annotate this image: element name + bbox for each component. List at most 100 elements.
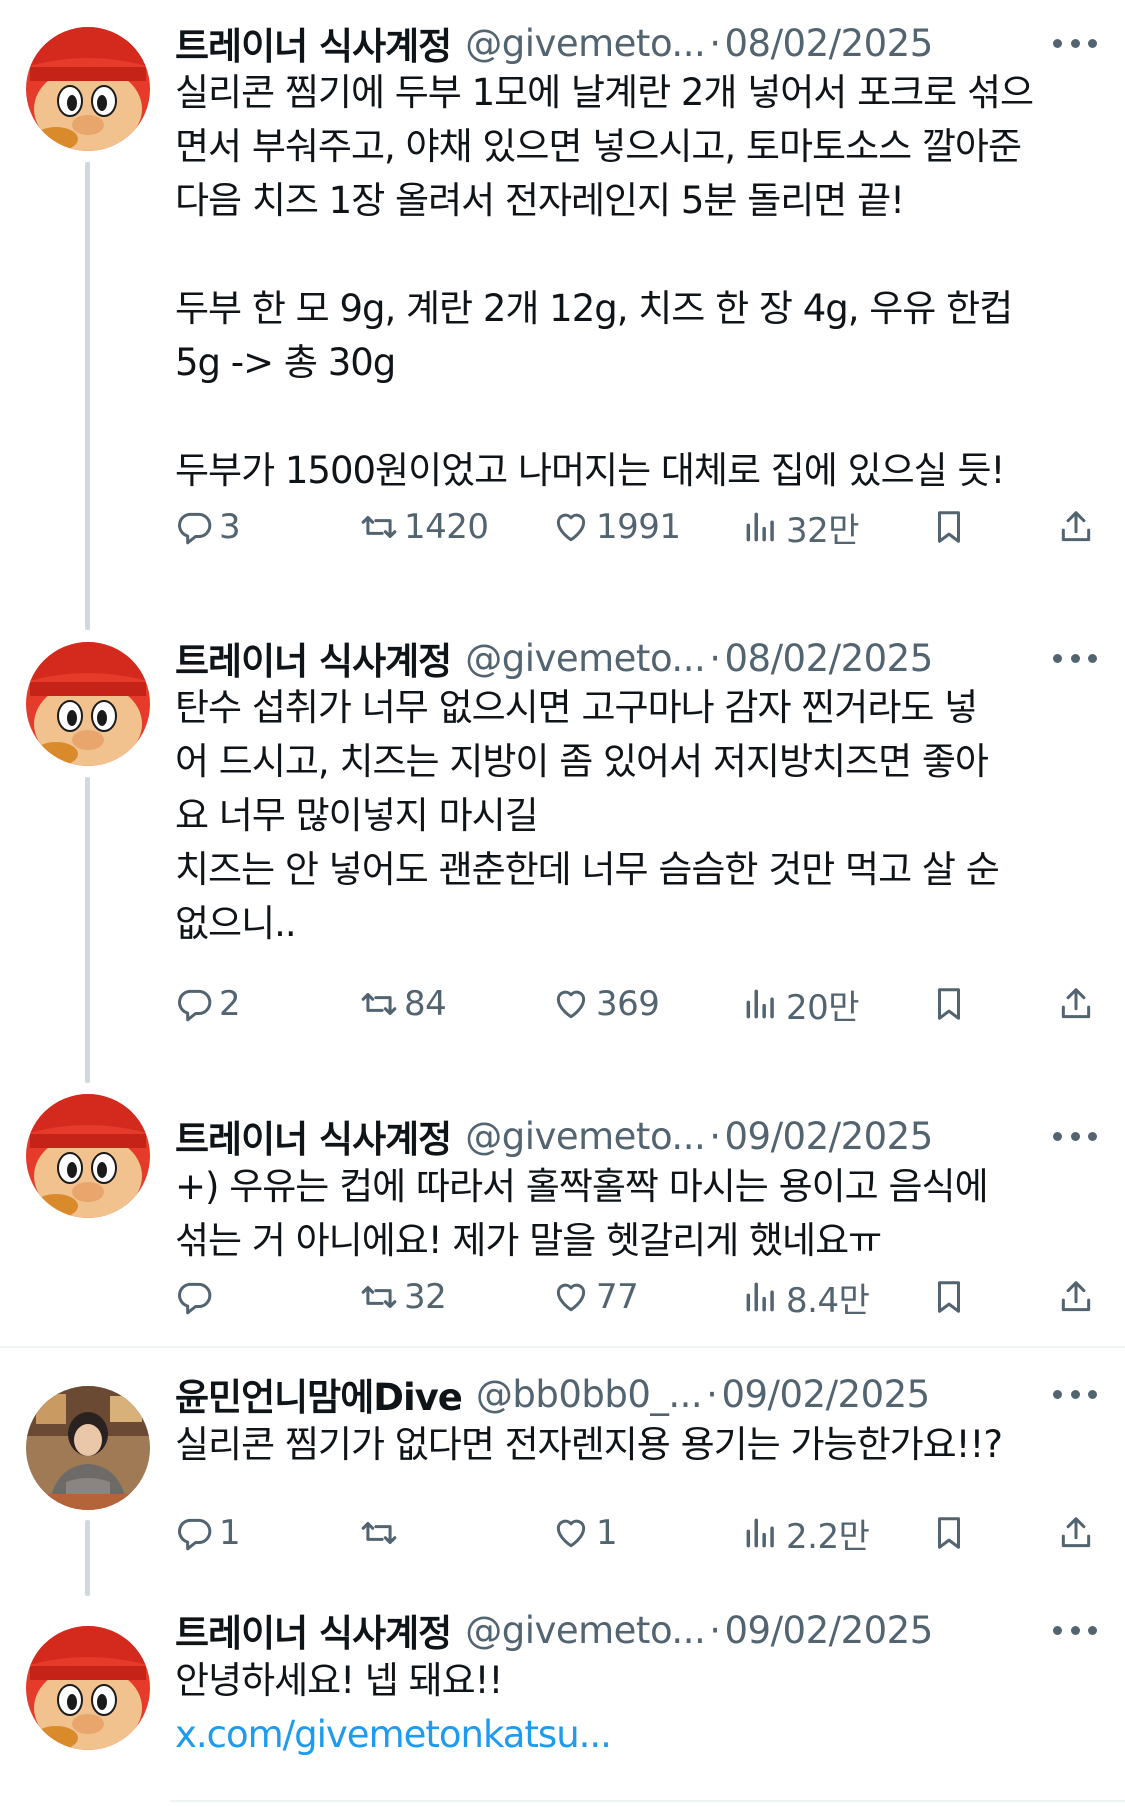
views-icon: [746, 1282, 774, 1312]
bookmark-button[interactable]: [930, 502, 968, 552]
bookmark-button[interactable]: [930, 1508, 968, 1558]
retweet-button[interactable]: 32: [360, 1272, 447, 1322]
share-icon: [1061, 988, 1091, 1019]
retweet-icon: [361, 1285, 397, 1309]
avatar-mario[interactable]: [26, 1626, 150, 1750]
reply-icon: [178, 1518, 212, 1551]
avatar-mario[interactable]: [26, 1094, 150, 1218]
views-icon: [746, 512, 774, 542]
views-icon: [746, 1518, 774, 1548]
author-handle[interactable]: @bb0bb0_...: [476, 1373, 703, 1416]
tweet-date[interactable]: 08/02/2025: [724, 637, 933, 680]
author-handle[interactable]: @givemeto...: [465, 1609, 706, 1652]
author-name[interactable]: 트레이너 식사계정: [175, 1603, 452, 1657]
share-button[interactable]: [1057, 1272, 1095, 1322]
action-bar: 1 1 2.2만: [175, 1508, 1100, 1558]
retweet-count: 84: [404, 984, 447, 1024]
separator-dot: ·: [709, 1608, 721, 1652]
views-icon: [746, 989, 774, 1019]
author-handle[interactable]: @givemeto...: [465, 1115, 706, 1158]
tweet-2[interactable]: 트레이너 식사계정 @givemeto... · 08/02/2025 탄수 섭…: [0, 555, 1125, 1083]
share-icon: [1061, 511, 1091, 542]
views-button[interactable]: 8.4만: [742, 1272, 870, 1322]
like-count: 1991: [596, 507, 681, 547]
tweet-5[interactable]: 트레이너 식사계정 @givemeto... · 09/02/2025 안녕하세…: [0, 1578, 1125, 1807]
action-bar: 2 84 369 20만: [175, 979, 1100, 1029]
tweet-date[interactable]: 09/02/2025: [721, 1373, 930, 1416]
more-icon[interactable]: [1053, 37, 1097, 49]
avatar-mario-image: [26, 27, 150, 151]
views-button[interactable]: 2.2만: [742, 1508, 870, 1558]
author-name[interactable]: 트레이너 식사계정: [175, 16, 452, 70]
view-count: 20만: [786, 987, 860, 1028]
reply-button[interactable]: 3: [175, 502, 241, 552]
views-button[interactable]: 32만: [742, 502, 860, 552]
tweet-text: 실리콘 찜기에 두부 1모에 날계란 2개 넣어서 포크로 섞으 면서 부숴주고…: [175, 71, 1034, 492]
reply-count: 1: [219, 1513, 241, 1553]
share-icon: [1061, 1281, 1091, 1312]
retweet-button[interactable]: [360, 1508, 404, 1558]
bookmark-icon: [937, 1281, 961, 1313]
like-button[interactable]: 369: [552, 979, 660, 1029]
thread-line: [85, 777, 90, 1083]
author-handle[interactable]: @givemeto...: [465, 637, 706, 680]
reply-button[interactable]: 1: [175, 1508, 241, 1558]
reply-button[interactable]: 2: [175, 979, 241, 1029]
author-name[interactable]: 트레이너 식사계정: [175, 1109, 452, 1163]
author-name[interactable]: 트레이너 식사계정: [175, 631, 452, 685]
like-button[interactable]: 77: [552, 1272, 639, 1322]
bookmark-button[interactable]: [930, 1272, 968, 1322]
tweet-header: 트레이너 식사계정 @givemeto... · 09/02/2025: [175, 1605, 1097, 1655]
bookmark-button[interactable]: [930, 979, 968, 1029]
retweet-button[interactable]: 84: [360, 979, 447, 1029]
tweet-text: +) 우유는 컵에 따라서 홀짝홀짝 마시는 용이고 음식에 섞는 거 아니에요…: [175, 1165, 989, 1262]
like-count: 369: [596, 984, 660, 1024]
author-handle[interactable]: @givemeto...: [465, 22, 706, 65]
tweet-link[interactable]: x.com/givemetonkatsu...: [175, 1708, 1097, 1762]
reply-count: 2: [219, 984, 241, 1024]
share-icon: [1061, 1517, 1091, 1548]
share-button[interactable]: [1057, 979, 1095, 1029]
view-count: 8.4만: [786, 1280, 870, 1321]
author-name[interactable]: 윤민언니맘에Dive: [175, 1367, 463, 1421]
bottom-divider: [170, 1800, 1125, 1802]
retweet-icon: [361, 515, 397, 539]
more-icon[interactable]: [1053, 1624, 1097, 1636]
more-icon[interactable]: [1053, 1130, 1097, 1142]
view-count: 2.2만: [786, 1516, 870, 1557]
tweet-date[interactable]: 08/02/2025: [724, 22, 933, 65]
view-count: 32만: [786, 510, 860, 551]
bookmark-icon: [937, 988, 961, 1020]
reply-button[interactable]: [175, 1272, 219, 1322]
more-icon[interactable]: [1053, 652, 1097, 664]
avatar-mario[interactable]: [26, 27, 150, 151]
tweet-date[interactable]: 09/02/2025: [724, 1609, 933, 1652]
heart-icon: [556, 990, 586, 1019]
like-count: 77: [596, 1277, 639, 1317]
tweet-date[interactable]: 09/02/2025: [724, 1115, 933, 1158]
tweet-header: 트레이너 식사계정 @givemeto... · 08/02/2025: [175, 18, 1097, 68]
retweet-icon: [361, 1521, 397, 1545]
avatar-mario[interactable]: [26, 642, 150, 766]
reply-icon: [178, 989, 212, 1022]
share-button[interactable]: [1057, 502, 1095, 552]
action-bar: 32 77 8.4만: [175, 1272, 1100, 1322]
retweet-button[interactable]: 1420: [360, 502, 489, 552]
reply-count: 3: [219, 507, 241, 547]
separator-dot: ·: [709, 21, 721, 65]
heart-icon: [556, 513, 586, 542]
tweet-3[interactable]: 트레이너 식사계정 @givemeto... · 09/02/2025 +) 우…: [0, 1040, 1125, 1340]
like-count: 1: [596, 1513, 618, 1553]
separator-dot: ·: [709, 636, 721, 680]
tweet-1[interactable]: 트레이너 식사계정 @givemeto... · 08/02/2025 실리콘 …: [0, 0, 1125, 630]
like-button[interactable]: 1991: [552, 502, 681, 552]
share-button[interactable]: [1057, 1508, 1095, 1558]
like-button[interactable]: 1: [552, 1508, 618, 1558]
avatar-mario-image: [26, 1626, 150, 1750]
tweet-4[interactable]: 윤민언니맘에Dive @bb0bb0_... · 09/02/2025 실리콘 …: [0, 1348, 1125, 1596]
avatar-photo[interactable]: [26, 1386, 150, 1510]
more-icon[interactable]: [1053, 1388, 1097, 1400]
avatar-mario-image: [26, 642, 150, 766]
views-button[interactable]: 20만: [742, 979, 860, 1029]
tweet-text: 안녕하세요! 넵 돼요!!: [175, 1659, 503, 1702]
